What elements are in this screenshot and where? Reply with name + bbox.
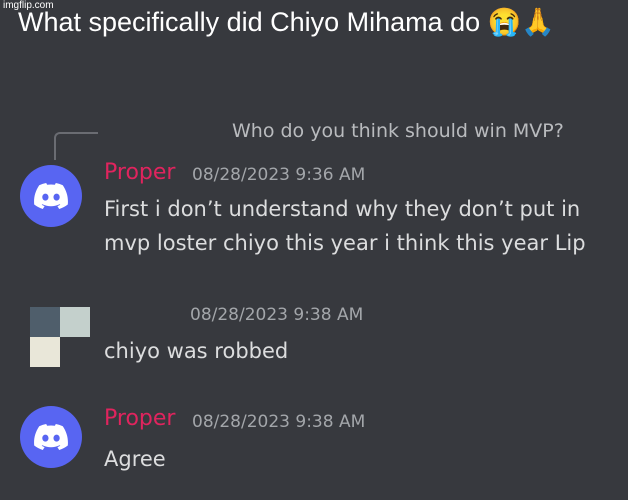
avatar[interactable] bbox=[20, 406, 82, 468]
message-line: First i don’t understand why they don’t … bbox=[104, 197, 581, 221]
meme-caption: What specifically did Chiyo Mihama do 😭🙏 bbox=[18, 7, 555, 37]
message-line: chiyo was robbed bbox=[104, 339, 289, 363]
discord-logo-icon bbox=[34, 424, 68, 450]
message-author[interactable]: Proper bbox=[104, 160, 175, 185]
message-author[interactable]: Proper bbox=[104, 406, 175, 431]
avatar[interactable] bbox=[20, 165, 82, 227]
message-timestamp: 08/28/2023 9:38 AM bbox=[190, 305, 364, 325]
message-timestamp: 08/28/2023 9:38 AM bbox=[192, 412, 366, 432]
reply-preview-text[interactable]: Who do you think should win MVP? bbox=[232, 120, 564, 142]
discord-logo-icon bbox=[34, 183, 68, 209]
message-line: mvp loster chiyo this year i think this … bbox=[104, 231, 586, 255]
message-timestamp: 08/28/2023 9:36 AM bbox=[192, 165, 366, 185]
pixel-avatar[interactable] bbox=[30, 307, 90, 367]
reply-connector bbox=[54, 132, 98, 160]
message-line: Agree bbox=[104, 447, 166, 471]
